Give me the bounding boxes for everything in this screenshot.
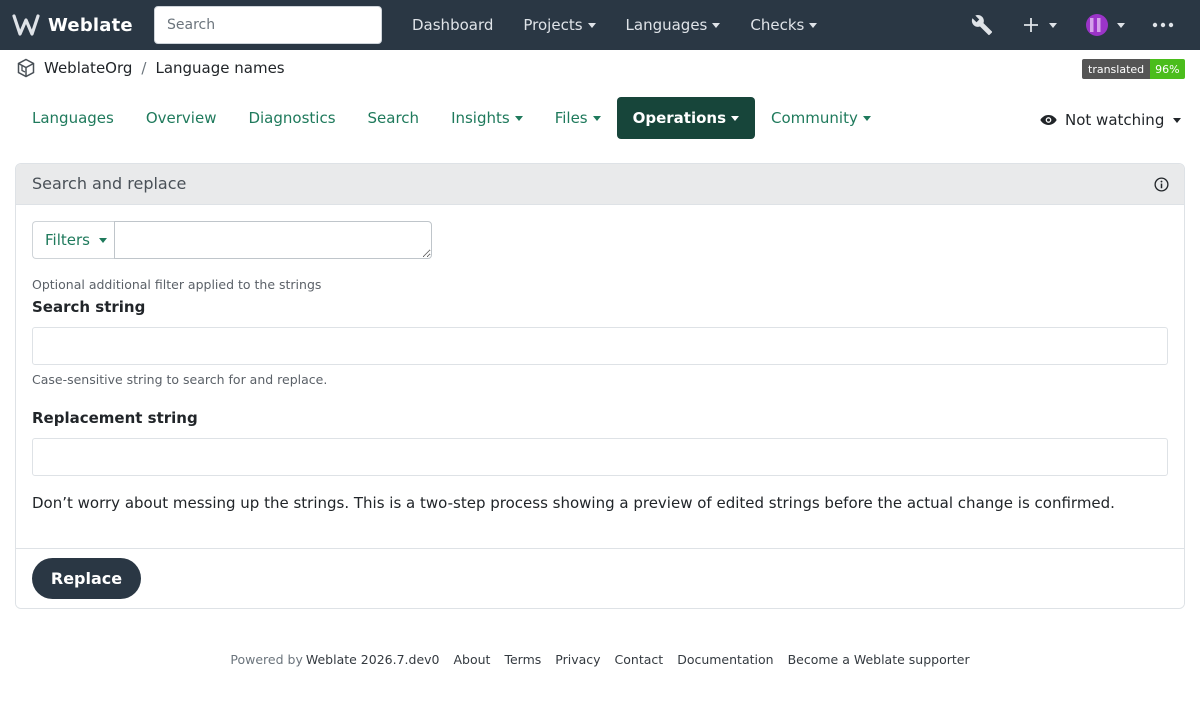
preview-note: Don’t worry about messing up the strings…: [32, 494, 1115, 512]
tab-files-label: Files: [554, 109, 588, 127]
brand-link[interactable]: Weblate: [12, 12, 133, 38]
caret-down-icon: [1173, 117, 1182, 123]
caret-down-icon: [731, 115, 740, 121]
brand-name: Weblate: [48, 14, 133, 36]
add-menu-button[interactable]: [1022, 0, 1057, 50]
tab-insights-label: Insights: [451, 109, 510, 127]
main-nav: Dashboard Projects Languages Checks: [397, 0, 832, 50]
card-title: Search and replace: [32, 174, 187, 193]
top-navbar: Weblate Dashboard Projects Languages Che…: [0, 0, 1200, 50]
search-string-input[interactable]: [32, 327, 1168, 365]
caret-down-icon: [712, 22, 721, 28]
caret-down-icon: [514, 115, 523, 121]
translation-status-badge[interactable]: translated 96%: [1082, 59, 1185, 79]
breadcrumb: WeblateOrg / Language names: [16, 56, 285, 80]
component-tabs: Languages Overview Diagnostics Search In…: [16, 97, 887, 139]
badge-label: translated: [1082, 59, 1151, 79]
footer-link-contact[interactable]: Contact: [615, 652, 664, 667]
caret-down-icon: [98, 237, 107, 243]
tab-operations[interactable]: Operations: [616, 97, 756, 139]
avatar: [1086, 14, 1108, 36]
tools-button[interactable]: [970, 0, 994, 50]
search-string-label: Search string: [32, 298, 146, 316]
card-header: Search and replace: [16, 164, 1184, 205]
footer-link-about[interactable]: About: [454, 652, 491, 667]
tab-overview-label: Overview: [145, 109, 217, 127]
watch-label: Not watching: [1065, 111, 1165, 129]
plus-icon: [1024, 18, 1038, 32]
tab-files[interactable]: Files: [539, 97, 617, 139]
page-footer: Powered by Weblate 2026.7.dev0 About Term…: [0, 650, 1200, 668]
nav-languages[interactable]: Languages: [611, 0, 736, 50]
caret-down-icon: [587, 22, 596, 28]
nav-languages-label: Languages: [625, 16, 708, 34]
watch-dropdown[interactable]: Not watching: [1040, 108, 1182, 132]
powered-by: Powered by Weblate 2026.7.dev0: [230, 652, 439, 667]
tab-community[interactable]: Community: [755, 97, 887, 139]
tab-overview[interactable]: Overview: [130, 97, 233, 139]
filter-query-input[interactable]: [114, 221, 432, 259]
caret-down-icon: [809, 22, 818, 28]
replace-button[interactable]: Replace: [32, 558, 141, 599]
powered-by-label: Powered by: [230, 651, 303, 667]
nav-dashboard-label: Dashboard: [412, 16, 494, 34]
breadcrumb-separator: /: [141, 59, 147, 77]
tab-diagnostics-label: Diagnostics: [248, 109, 336, 127]
tab-languages-label: Languages: [32, 109, 114, 127]
search-help-text: Case-sensitive string to search for and …: [32, 372, 328, 387]
footer-link-terms[interactable]: Terms: [504, 652, 541, 667]
breadcrumb-project[interactable]: WeblateOrg: [44, 59, 132, 77]
tab-operations-label: Operations: [632, 109, 727, 127]
user-menu-button[interactable]: [1086, 0, 1125, 50]
nav-projects-label: Projects: [523, 16, 583, 34]
wrench-icon: [971, 15, 993, 36]
nav-dashboard[interactable]: Dashboard: [397, 0, 508, 50]
replacement-string-input[interactable]: [32, 438, 1168, 476]
ellipsis-icon: [1152, 22, 1174, 28]
tab-search[interactable]: Search: [352, 97, 436, 139]
global-search-input[interactable]: [154, 6, 382, 44]
replacement-string-label: Replacement string: [32, 409, 198, 427]
nav-checks[interactable]: Checks: [735, 0, 832, 50]
eye-icon: [1040, 115, 1057, 125]
info-icon[interactable]: [1154, 177, 1169, 192]
filters-label: Filters: [45, 231, 90, 249]
caret-down-icon: [1117, 22, 1125, 28]
tab-community-label: Community: [771, 109, 858, 127]
tab-languages[interactable]: Languages: [16, 97, 130, 139]
breadcrumb-component[interactable]: Language names: [155, 59, 284, 77]
caret-down-icon: [862, 115, 871, 121]
footer-link-privacy[interactable]: Privacy: [555, 652, 600, 667]
footer-version-link[interactable]: Weblate 2026.7.dev0: [306, 652, 440, 667]
caret-down-icon: [1049, 22, 1057, 28]
nav-projects[interactable]: Projects: [508, 0, 610, 50]
card-footer: Replace: [16, 548, 1184, 608]
badge-value: 96%: [1150, 59, 1185, 79]
tab-insights[interactable]: Insights: [435, 97, 539, 139]
filter-help-text: Optional additional filter applied to th…: [32, 277, 322, 292]
footer-link-documentation[interactable]: Documentation: [677, 652, 773, 667]
search-replace-card: Search and replace Filters Optional addi…: [15, 163, 1185, 609]
nav-checks-label: Checks: [750, 16, 805, 34]
weblate-logo-icon: [12, 14, 40, 36]
caret-down-icon: [592, 115, 601, 121]
footer-link-supporter[interactable]: Become a Weblate supporter: [788, 652, 970, 667]
project-cube-icon: [17, 58, 35, 78]
more-menu-button[interactable]: [1152, 0, 1174, 50]
tab-search-label: Search: [367, 109, 420, 127]
tab-diagnostics[interactable]: Diagnostics: [232, 97, 351, 139]
